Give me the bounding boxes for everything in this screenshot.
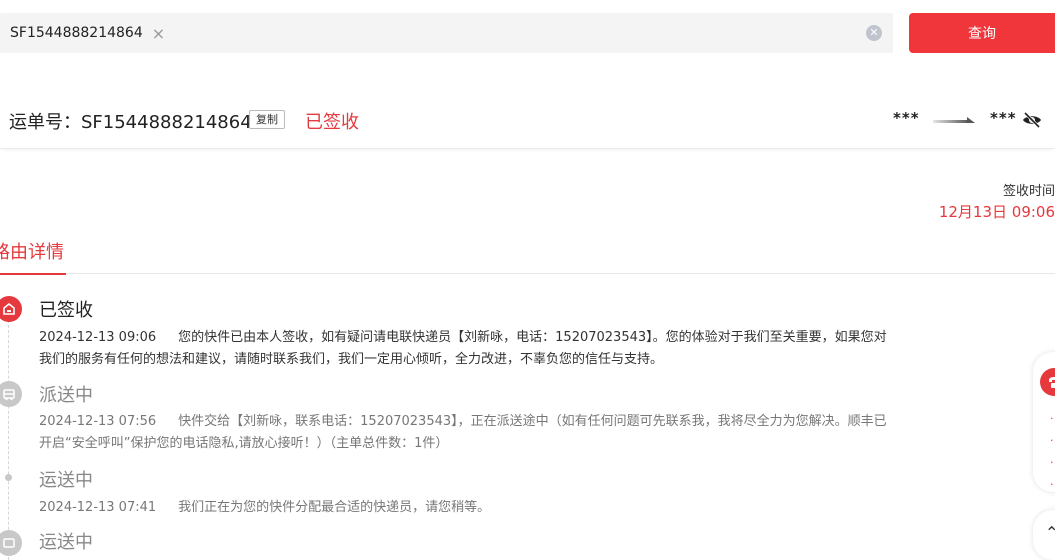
tag-close-icon[interactable]: ×	[152, 24, 165, 43]
transport-icon	[0, 530, 22, 556]
timeline-description: 2024-12-13 09:06 您的快件已由本人签收，如有疑问请电联快递员【刘新…	[39, 327, 899, 371]
tab-route-details[interactable]: 路由详情	[0, 238, 66, 275]
clear-icon[interactable]: ✕	[866, 25, 882, 41]
waybill-header: 运单号：SF1544888214864 复制 已签收 *** ***	[0, 88, 1055, 149]
timeline-status: 运送中	[39, 532, 93, 553]
timeline-line	[8, 320, 9, 560]
signed-time-label: 签收时间	[1002, 184, 1055, 199]
copy-button[interactable]: 复制	[249, 110, 285, 129]
timeline-time: 2024-12-13 07:56	[39, 414, 157, 429]
timeline-text: 我们正在为您的快件分配最合适的快递员，请您稍等。	[178, 500, 491, 515]
timeline-time: 2024-12-13 09:06	[39, 330, 157, 345]
timeline-dot-icon	[5, 474, 12, 481]
waybill-tag-label: SF1544888214864	[10, 25, 143, 41]
phone-icon[interactable]	[1040, 368, 1055, 396]
back-to-top-button[interactable]: ⌃	[1033, 510, 1055, 560]
waybill-number: 运单号：SF1544888214864	[9, 112, 252, 133]
waybill-tag[interactable]: SF1544888214864 ×	[10, 13, 165, 53]
signed-time-value: 12月13日 09:06	[938, 203, 1055, 221]
timeline-time: 2024-12-13 07:41	[39, 500, 157, 515]
search-input[interactable]	[170, 18, 854, 50]
timeline-description: 2024-12-13 07:41 我们正在为您的快件分配最合适的快递员，请您稍等。	[39, 497, 899, 519]
eye-off-icon[interactable]	[1022, 112, 1042, 128]
timeline-status: 派送中	[39, 385, 93, 406]
timeline-status: 已签收	[39, 300, 93, 321]
customer-service-float[interactable]: · · · ·	[1033, 352, 1055, 492]
query-button[interactable]: 查询	[909, 13, 1055, 53]
timeline-status: 运送中	[39, 470, 93, 491]
timeline-text: 您的快件已由本人签收，如有疑问请电联快递员【刘新咏，电话：15207023543…	[39, 330, 887, 367]
delivery-truck-icon	[0, 381, 22, 407]
route-arrow-icon	[933, 117, 975, 123]
timeline-description: 2024-12-13 07:56 快件交给【刘新咏，联系电话：1520702354…	[39, 411, 899, 455]
tab-bar: 路由详情	[0, 234, 1055, 275]
service-label-icon: · · · ·	[1050, 412, 1054, 491]
status-badge: 已签收	[305, 112, 359, 133]
home-icon	[0, 296, 22, 322]
chevron-up-icon: ⌃	[1045, 523, 1055, 542]
search-bar: SF1544888214864 × ✕	[0, 13, 893, 53]
route-origin: ***	[893, 109, 920, 127]
timeline-text: 快件交给【刘新咏，联系电话：15207023543】，正在派送途中（如有任何问题…	[39, 414, 887, 451]
route-destination: ***	[990, 109, 1017, 127]
